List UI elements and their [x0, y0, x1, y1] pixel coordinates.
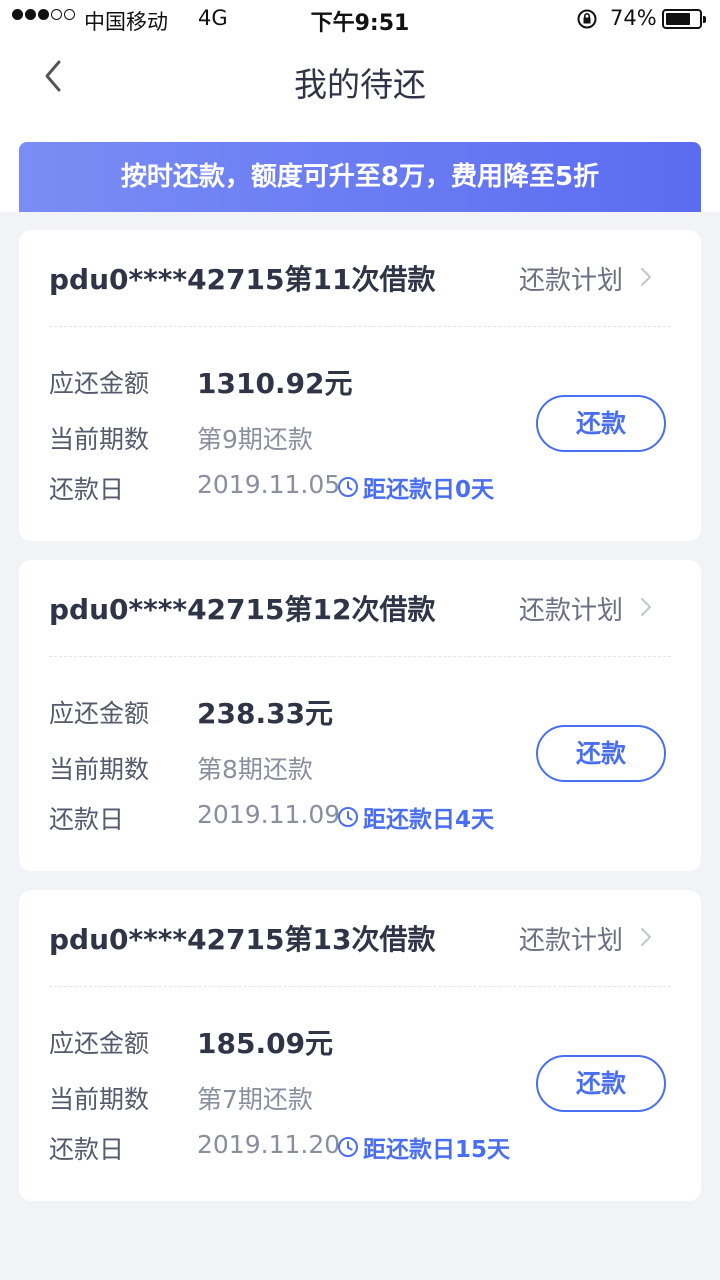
countdown: 距还款日0天 — [337, 470, 494, 504]
amount-label: 应还金额 — [49, 699, 150, 728]
repayment-plan-link[interactable]: 还款计划 — [519, 920, 623, 957]
due-date-value: 2019.11.20 — [197, 1130, 341, 1159]
clock-icon — [338, 807, 358, 827]
period-label: 当前期数 — [49, 425, 150, 454]
countdown-text: 距还款日15天 — [363, 1137, 511, 1163]
card-divider — [49, 326, 671, 327]
status-bar: 中国移动 4G 下午9:51 74% — [0, 0, 720, 40]
loan-title: pdu0****42715第13次借款 — [49, 923, 436, 956]
loan-card: pdu0****42715第12次借款 还款计划 应还金额 238.33元 当前… — [19, 560, 701, 871]
repayment-plan-link[interactable]: 还款计划 — [519, 260, 623, 297]
loan-card: pdu0****42715第11次借款 还款计划 应还金额 1310.92元 当… — [19, 230, 701, 541]
countdown: 距还款日4天 — [337, 800, 494, 834]
loan-title: pdu0****42715第11次借款 — [49, 263, 436, 296]
chevron-right-icon[interactable] — [639, 926, 653, 948]
countdown-text: 距还款日4天 — [363, 807, 495, 833]
due-date-value: 2019.11.05 — [197, 470, 341, 499]
card-divider — [49, 656, 671, 657]
period-label: 当前期数 — [49, 755, 150, 784]
repayment-plan-link[interactable]: 还款计划 — [519, 590, 623, 627]
chevron-right-icon[interactable] — [639, 266, 653, 288]
pay-button[interactable]: 还款 — [536, 395, 666, 452]
period-value: 第7期还款 — [197, 1085, 313, 1114]
pay-button[interactable]: 还款 — [536, 1055, 666, 1112]
pay-button[interactable]: 还款 — [536, 725, 666, 782]
amount-label: 应还金额 — [49, 1029, 150, 1058]
amount-value: 185.09元 — [197, 1027, 334, 1060]
period-value: 第8期还款 — [197, 755, 313, 784]
period-value: 第9期还款 — [197, 425, 313, 454]
amount-value: 238.33元 — [197, 697, 334, 730]
battery-icon — [662, 9, 706, 29]
clock-icon — [338, 477, 358, 497]
loan-card: pdu0****42715第13次借款 还款计划 应还金额 185.09元 当前… — [19, 890, 701, 1201]
promo-banner[interactable]: 按时还款，额度可升至8万，费用降至5折 — [19, 142, 701, 212]
amount-label: 应还金额 — [49, 369, 150, 398]
rotation-lock-icon — [577, 9, 597, 29]
clock-icon — [338, 1137, 358, 1157]
card-divider — [49, 986, 671, 987]
period-label: 当前期数 — [49, 1085, 150, 1114]
due-date-label: 还款日 — [49, 805, 125, 834]
countdown-text: 距还款日0天 — [363, 477, 495, 503]
due-date-label: 还款日 — [49, 1135, 125, 1164]
battery-percent: 74% — [610, 6, 657, 30]
chevron-right-icon[interactable] — [639, 596, 653, 618]
due-date-label: 还款日 — [49, 475, 125, 504]
countdown: 距还款日15天 — [337, 1130, 510, 1164]
page-title: 我的待还 — [294, 65, 426, 104]
amount-value: 1310.92元 — [197, 367, 353, 400]
due-date-value: 2019.11.09 — [197, 800, 341, 829]
loan-title: pdu0****42715第12次借款 — [49, 593, 436, 626]
